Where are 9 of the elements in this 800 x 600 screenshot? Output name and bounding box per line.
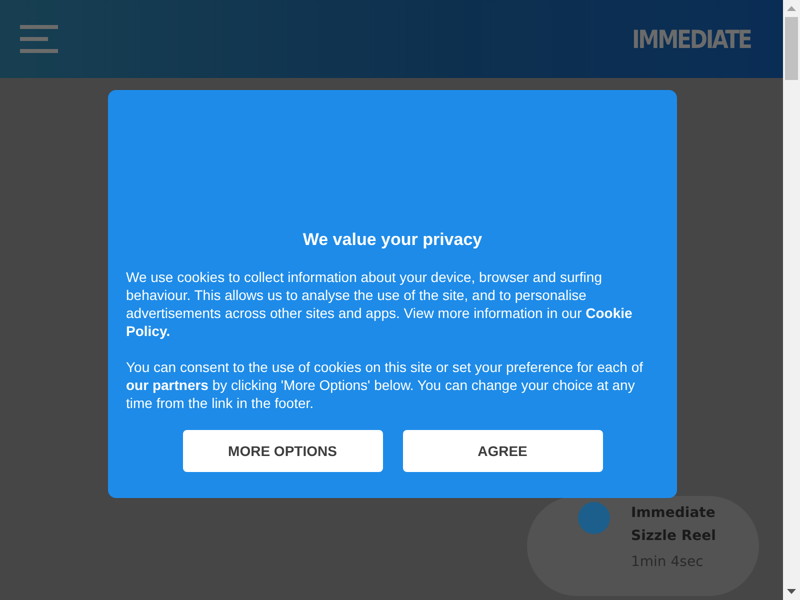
more-options-button[interactable]: MORE OPTIONS (182, 430, 382, 472)
video-title: Immediate Sizzle Reel (631, 504, 717, 546)
agree-button[interactable]: AGREE (402, 430, 602, 472)
consent-paragraph: You can consent to the use of cookies on this site or set your preference for each of our partners by clicking 'More Options' below. You can change your choice at any time from the link in the footer. (126, 358, 644, 412)
dialog-title: We value your privacy (302, 230, 484, 250)
menu-icon[interactable] (20, 25, 58, 53)
consent-paragraph: We use cookies to collect information about your device, browser and surfing behaviour. This allows us to analyse the use of the site, and to personalise advertisements across other sites and apps. View more information in our Cookie Policy. (126, 268, 634, 340)
scrollbar[interactable] (783, 0, 800, 600)
scroll-thumb[interactable] (785, 17, 798, 80)
